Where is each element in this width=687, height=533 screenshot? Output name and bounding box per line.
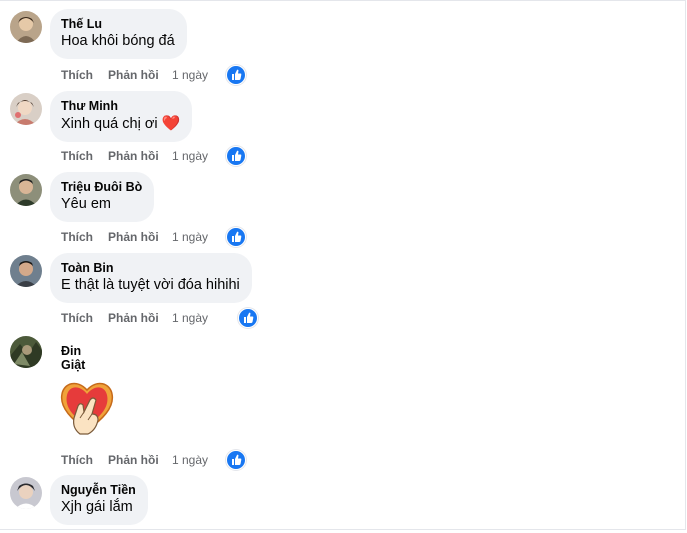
comment-author[interactable]: Thư Minh: [61, 98, 180, 114]
comment-timestamp[interactable]: 1 ngày: [172, 230, 208, 244]
comment-author[interactable]: Nguyễn Tiền: [61, 482, 136, 498]
comment-list: Thế Lu Hoa khôi bóng đá Thích Phản hồi 1…: [0, 0, 686, 530]
like-thumb-icon[interactable]: [226, 450, 246, 470]
comment-bubble: Nguyễn Tiền Xjh gái lắm: [50, 475, 148, 525]
comment-author[interactable]: Đin Giật: [61, 344, 85, 372]
comment-text-content: Xinh quá chị ơi: [61, 116, 158, 132]
comment-text: Xjh gái lắm: [61, 499, 133, 515]
heart-emoji: ❤️: [161, 115, 181, 132]
avatar[interactable]: [10, 174, 42, 206]
like-button[interactable]: Thích: [61, 149, 93, 163]
comment-bubble: Thư Minh Xinh quá chị ơi ❤️: [50, 91, 193, 142]
comment-author[interactable]: Toàn Bin: [61, 260, 240, 276]
comment-text: E thật là tuyệt vời đóa hihihi: [61, 277, 240, 293]
like-button[interactable]: Thích: [61, 311, 93, 325]
like-button[interactable]: Thích: [61, 453, 93, 467]
like-thumb-icon[interactable]: [226, 65, 246, 85]
comment-text: Hoa khôi bóng đá: [61, 33, 175, 49]
reply-button[interactable]: Phản hồi: [108, 311, 159, 325]
avatar[interactable]: [10, 255, 42, 287]
comment-bubble: Thế Lu Hoa khôi bóng đá: [50, 9, 187, 59]
comment-timestamp[interactable]: 1 ngày: [172, 311, 208, 325]
comment-bubble: Triệu Đuôi Bò Yêu em: [50, 172, 155, 222]
reply-button[interactable]: Phản hồi: [108, 453, 159, 467]
comment-author[interactable]: Thế Lu: [61, 16, 175, 32]
avatar[interactable]: [10, 477, 42, 509]
comment-timestamp[interactable]: 1 ngày: [172, 68, 208, 82]
like-thumb-icon[interactable]: [226, 227, 246, 247]
comment-timestamp[interactable]: 1 ngày: [172, 453, 208, 467]
reply-button[interactable]: Phản hồi: [108, 230, 159, 244]
avatar[interactable]: [10, 93, 42, 125]
comment-author[interactable]: Triệu Đuôi Bò: [61, 179, 142, 195]
like-button[interactable]: Thích: [61, 230, 93, 244]
comment-text: Yêu em: [61, 196, 111, 212]
like-button[interactable]: Thích: [61, 68, 93, 82]
avatar[interactable]: [10, 11, 42, 43]
like-thumb-icon[interactable]: [238, 308, 258, 328]
like-thumb-icon[interactable]: [226, 146, 246, 166]
reply-button[interactable]: Phản hồi: [108, 149, 159, 163]
comment-bubble: Toàn Bin E thật là tuyệt vời đóa hihihi: [50, 253, 252, 303]
heart-hand-sticker[interactable]: [58, 374, 116, 438]
reply-button[interactable]: Phản hồi: [108, 68, 159, 82]
avatar[interactable]: [10, 336, 42, 368]
comment-timestamp[interactable]: 1 ngày: [172, 149, 208, 163]
comment-text: Xinh quá chị ơi ❤️: [61, 114, 180, 134]
